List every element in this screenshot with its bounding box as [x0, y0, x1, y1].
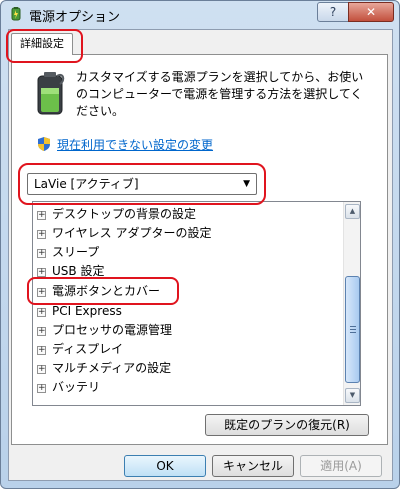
tree-scrollbar[interactable]: ▲ ▼	[343, 202, 360, 405]
tree-item-label: 電源ボタンとカバー	[52, 284, 161, 298]
tree-item-label: デスクトップの背景の設定	[52, 207, 197, 221]
tree-item-label: ディスプレイ	[52, 342, 124, 356]
help-button[interactable]: ?	[317, 2, 349, 22]
tree-item-desktop-background[interactable]: + デスクトップの背景の設定	[37, 205, 196, 223]
battery-icon	[37, 72, 65, 115]
power-options-icon	[11, 7, 21, 21]
expand-icon[interactable]: +	[37, 230, 46, 239]
tree-item-power-buttons-lid[interactable]: + 電源ボタンとカバー	[37, 282, 160, 300]
apply-button[interactable]: 適用(A)	[300, 455, 382, 477]
expand-icon[interactable]: +	[37, 327, 46, 336]
restore-default-plan-button[interactable]: 既定のプランの復元(R)	[205, 414, 369, 436]
uac-shield-icon	[38, 137, 50, 151]
dropdown-arrow-icon: ▼	[243, 179, 250, 189]
tree-item-label: プロセッサの電源管理	[52, 323, 173, 337]
plan-description: カスタマイズする電源プランを選択してから、お使いのコンピューターで電源を管理する…	[76, 70, 364, 118]
scroll-up-icon[interactable]: ▲	[345, 204, 360, 219]
expand-icon[interactable]: +	[37, 249, 46, 258]
tree-item-usb-settings[interactable]: + USB 設定	[37, 262, 104, 280]
window-title: 電源オプション	[29, 10, 121, 25]
tree-item-multimedia[interactable]: + マルチメディアの設定	[37, 359, 171, 377]
expand-icon[interactable]: +	[37, 384, 46, 393]
scroll-down-icon[interactable]: ▼	[345, 388, 360, 403]
tree-item-label: マルチメディアの設定	[52, 361, 172, 375]
grip-icon	[350, 326, 356, 333]
scroll-thumb[interactable]	[345, 276, 360, 383]
ok-button[interactable]: OK	[124, 455, 206, 477]
title-bar[interactable]: 電源オプション ? ✕	[1, 1, 399, 27]
tab-advanced-settings[interactable]: 詳細設定	[11, 33, 73, 55]
tree-item-label: USB 設定	[52, 264, 105, 278]
expand-icon[interactable]: +	[37, 308, 46, 317]
expand-icon[interactable]: +	[37, 365, 46, 374]
expand-icon[interactable]: +	[37, 211, 46, 220]
tree-item-battery[interactable]: + バッテリ	[37, 378, 100, 396]
close-button[interactable]: ✕	[348, 2, 394, 22]
expand-icon[interactable]: +	[37, 346, 46, 355]
power-plan-value: LaVie [アクティブ]	[34, 177, 139, 191]
expand-icon[interactable]: +	[37, 268, 46, 277]
tree-item-processor-power[interactable]: + プロセッサの電源管理	[37, 321, 172, 339]
cancel-button[interactable]: キャンセル	[212, 455, 294, 477]
expand-icon[interactable]: +	[37, 288, 46, 297]
tree-item-label: PCI Express	[52, 304, 122, 318]
tree-item-pci-express[interactable]: + PCI Express	[37, 302, 122, 320]
tree-item-label: スリープ	[52, 245, 100, 259]
tree-item-label: ワイヤレス アダプターの設定	[52, 226, 212, 240]
settings-tree[interactable]: + デスクトップの背景の設定 + ワイヤレス アダプターの設定 + スリープ + USB…	[32, 201, 361, 406]
tree-item-wireless-adapter[interactable]: + ワイヤレス アダプターの設定	[37, 224, 211, 242]
power-plan-select[interactable]: LaVie [アクティブ] ▼	[27, 173, 257, 195]
tree-item-display[interactable]: + ディスプレイ	[37, 340, 123, 358]
change-unavailable-settings-link[interactable]: 現在利用できない設定の変更	[57, 136, 213, 153]
tree-item-sleep[interactable]: + スリープ	[37, 243, 99, 261]
tree-item-label: バッテリ	[52, 380, 101, 394]
